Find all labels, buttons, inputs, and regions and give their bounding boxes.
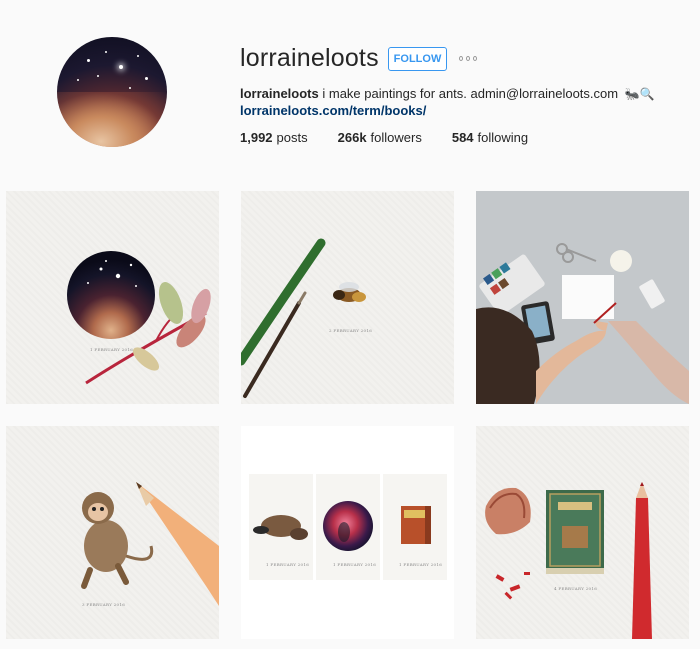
stat-following[interactable]: 584 following — [452, 130, 528, 145]
dot — [466, 55, 470, 61]
posts-label: posts — [276, 130, 308, 145]
post-thumbnail[interactable]: 1 FEBRUARY 2016 1 FEBRUARY 2016 1 FEBRUA… — [241, 426, 454, 639]
profile-bio: lorraineloots i make paintings for ants.… — [240, 86, 655, 101]
book-painting — [485, 482, 652, 639]
bio-name: lorraineloots — [240, 86, 319, 101]
galaxy-painting — [67, 251, 211, 385]
bio-emoji: 🐜🔍 — [624, 87, 655, 101]
post-caption: 2 FEBRUARY 2016 — [329, 328, 373, 333]
post-caption: 4 FEBRUARY 2016 — [554, 586, 598, 591]
triptych-painting — [241, 426, 454, 639]
profile-header: lorraineloots FOLLOW lorraineloots i mak… — [0, 0, 700, 180]
avatar-star — [97, 75, 99, 77]
avatar-star — [119, 65, 123, 69]
post-caption: 1 FEBRUARY 2016 — [90, 347, 134, 352]
profile-avatar[interactable] — [57, 37, 167, 147]
post-caption: 3 FEBRUARY 2016 — [82, 602, 126, 607]
post-thumbnail[interactable]: 1 FEBRUARY 2016 — [6, 191, 219, 404]
monkey-painting — [81, 482, 219, 606]
following-label: following — [477, 130, 529, 145]
avatar-star — [87, 59, 90, 62]
avatar-star — [105, 51, 107, 53]
post-thumbnail[interactable]: 4 FEBRUARY 2016 — [476, 426, 689, 639]
bio-text: i make paintings for ants. admin@lorrain… — [322, 86, 619, 101]
follow-button[interactable]: FOLLOW — [388, 47, 447, 71]
profile-website-link[interactable]: lorraineloots.com/term/books/ — [240, 103, 426, 118]
post-caption: 1 FEBRUARY 2016 — [333, 562, 377, 567]
avatar-star — [129, 87, 131, 89]
avatar-nebula — [57, 92, 167, 147]
post-thumbnail[interactable]: 2 FEBRUARY 2016 — [241, 191, 454, 404]
followers-count: 266k — [337, 130, 367, 145]
dot — [459, 55, 463, 61]
post-caption: 1 FEBRUARY 2016 — [399, 562, 443, 567]
avatar-star — [77, 79, 79, 81]
followers-label: followers — [370, 130, 422, 145]
profile-username: lorraineloots — [240, 44, 379, 72]
post-thumbnail[interactable] — [476, 191, 689, 404]
stat-posts: 1,992 posts — [240, 130, 308, 145]
following-count: 584 — [451, 130, 474, 145]
profile-stats: 1,992 posts 266k followers 584 following — [240, 130, 528, 145]
avatar-star — [137, 55, 139, 57]
bee-painting — [241, 238, 366, 398]
more-dots-icon[interactable] — [459, 53, 477, 63]
post-caption: 1 FEBRUARY 2016 — [266, 562, 310, 567]
dot — [473, 55, 477, 61]
post-thumbnail[interactable]: 3 FEBRUARY 2016 — [6, 426, 219, 639]
posts-count: 1,992 — [240, 130, 273, 145]
avatar-star — [145, 77, 148, 80]
stat-followers[interactable]: 266k followers — [338, 130, 422, 145]
artist-desk-photo — [476, 191, 689, 404]
